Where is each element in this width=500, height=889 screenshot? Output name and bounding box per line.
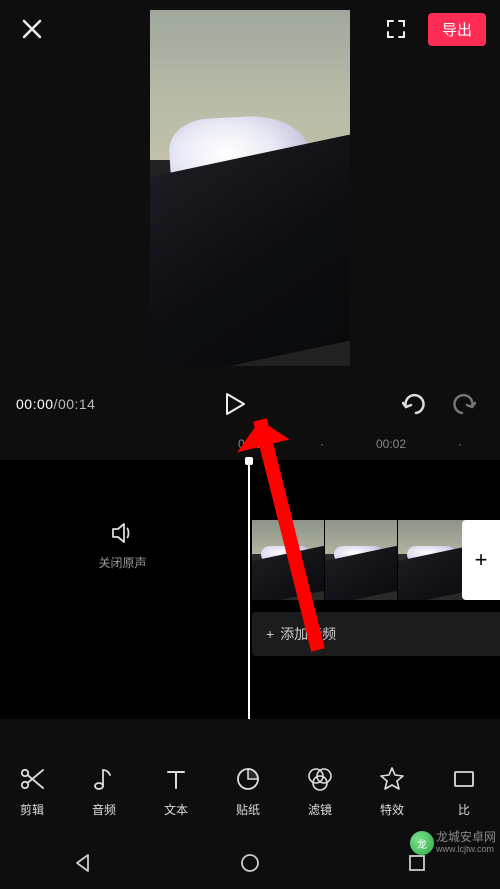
tool-ratio[interactable]: 比 — [428, 765, 500, 818]
tool-label: 音频 — [92, 801, 116, 818]
tool-filter[interactable]: 滤镜 — [284, 765, 356, 818]
mute-label: 关闭原声 — [98, 554, 146, 571]
tool-text[interactable]: 文本 — [140, 765, 212, 818]
nav-back-button[interactable] — [53, 843, 113, 883]
redo-icon — [450, 393, 476, 415]
clip-thumbnail[interactable] — [252, 520, 324, 600]
nav-home-button[interactable] — [220, 843, 280, 883]
scissors-icon — [19, 766, 45, 792]
tool-label: 特效 — [380, 801, 404, 818]
ruler-dot: · — [458, 437, 462, 451]
star-icon — [379, 766, 405, 792]
play-icon — [224, 392, 246, 416]
tool-effect[interactable]: 特效 — [356, 765, 428, 818]
undo-button[interactable] — [394, 383, 436, 425]
tool-label: 滤镜 — [308, 801, 332, 818]
play-button[interactable] — [214, 383, 256, 425]
clip-thumbnail[interactable] — [398, 520, 470, 600]
music-note-icon — [92, 766, 116, 792]
plus-icon: + — [475, 547, 488, 573]
circle-home-icon — [239, 852, 261, 874]
tool-sticker[interactable]: 贴纸 — [212, 765, 284, 818]
tool-edit[interactable]: 剪辑 — [0, 765, 68, 818]
timeline[interactable]: 关闭原声 + + 添加音频 — [0, 460, 500, 719]
add-audio-label: 添加音频 — [280, 624, 336, 644]
ruler-dot: · — [320, 437, 324, 451]
add-clip-button[interactable]: + — [462, 520, 500, 600]
timeline-ruler[interactable]: 00:00 · 00:02 · — [0, 430, 500, 458]
square-recent-icon — [407, 853, 427, 873]
nav-recent-button[interactable] — [387, 843, 447, 883]
filter-icon — [306, 766, 334, 792]
bottom-toolbar: 剪辑 音频 文本 贴纸 滤镜 特效 比 — [0, 741, 500, 841]
tool-audio[interactable]: 音频 — [68, 765, 140, 818]
plus-icon: + — [266, 626, 274, 642]
mute-button[interactable] — [110, 520, 136, 546]
tool-label: 比 — [458, 801, 470, 818]
ruler-tick: 00:00 — [238, 437, 268, 451]
ratio-icon — [452, 767, 476, 791]
add-audio-button[interactable]: + 添加音频 — [252, 612, 500, 656]
ruler-tick: 00:02 — [376, 437, 406, 451]
speaker-icon — [110, 520, 136, 546]
playhead[interactable] — [248, 460, 250, 719]
time-display: 00:00/00:14 — [16, 396, 95, 412]
redo-button[interactable] — [442, 383, 484, 425]
triangle-back-icon — [72, 852, 94, 874]
tool-label: 剪辑 — [20, 801, 44, 818]
undo-icon — [402, 393, 428, 415]
clip-thumbnail[interactable] — [325, 520, 397, 600]
tool-label: 文本 — [164, 801, 188, 818]
android-nav-bar — [0, 837, 500, 889]
video-preview[interactable] — [150, 10, 350, 366]
tool-label: 贴纸 — [236, 801, 260, 818]
sticker-icon — [235, 766, 261, 792]
text-icon — [164, 767, 188, 791]
